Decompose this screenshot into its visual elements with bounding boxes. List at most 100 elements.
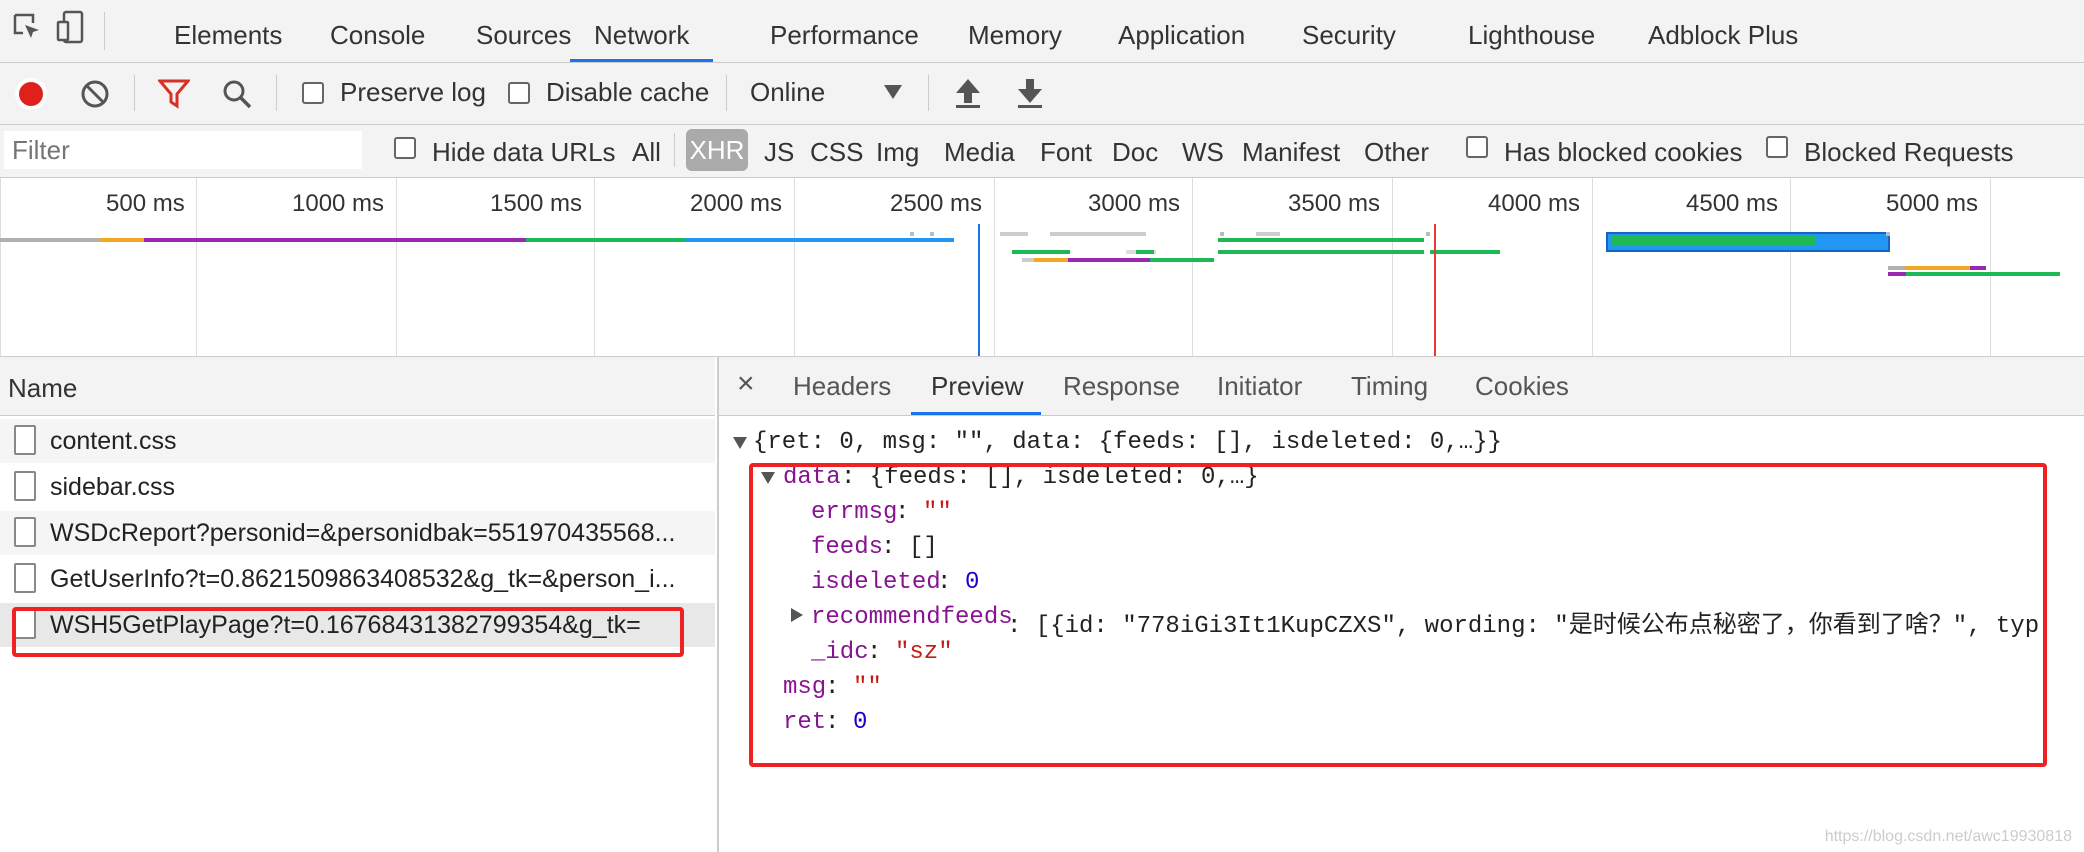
device-toolbar-icon[interactable] (56, 10, 86, 44)
timeline-bar (1906, 266, 1970, 270)
timeline-bar (930, 232, 934, 236)
timeline-bar (1000, 232, 1028, 236)
tab-sources[interactable]: Sources (476, 0, 571, 62)
filter-type-manifest[interactable]: Manifest (1242, 137, 1340, 168)
network-toolbar: Preserve log Disable cache Online (0, 63, 2084, 125)
timeline-bar (1888, 266, 1906, 270)
file-icon (14, 517, 36, 547)
preview-root: {ret: 0, msg: "", data: {feeds: [], isde… (753, 429, 1502, 456)
request-name: sidebar.css (50, 473, 176, 501)
file-icon (14, 563, 36, 593)
filter-input[interactable] (4, 131, 362, 169)
tab-response[interactable]: Response (1063, 371, 1180, 402)
timeline-bar (1022, 258, 1034, 262)
filter-type-doc[interactable]: Doc (1112, 137, 1158, 168)
tab-headers[interactable]: Headers (793, 371, 891, 402)
highlight-box (749, 463, 2047, 767)
timeline-bar (1888, 272, 1906, 276)
search-icon[interactable] (222, 79, 252, 109)
devtools-tabbar: Elements Console Sources Network Perform… (0, 0, 2084, 63)
timeline-bar (100, 238, 144, 242)
filter-type-ws[interactable]: WS (1182, 137, 1224, 168)
disable-cache-checkbox[interactable] (508, 82, 530, 104)
highlight-box (12, 607, 684, 657)
close-icon[interactable]: × (737, 367, 755, 401)
filter-type-font[interactable]: Font (1040, 137, 1092, 168)
timeline-bar (1218, 250, 1424, 254)
tab-application[interactable]: Application (1118, 0, 1245, 62)
filter-type-js[interactable]: JS (764, 137, 794, 168)
overview-tick: 1000 ms (292, 190, 385, 217)
hide-data-urls-checkbox[interactable] (394, 137, 416, 159)
record-icon[interactable] (14, 77, 48, 111)
filter-type-media[interactable]: Media (944, 137, 1015, 168)
request-name: WSDcReport?personid=&personidbak=5519704… (50, 519, 676, 547)
tab-lighthouse[interactable]: Lighthouse (1468, 0, 1595, 62)
request-row[interactable]: content.css (0, 419, 715, 463)
request-name: content.css (50, 427, 177, 455)
network-overview[interactable]: 500 ms 1000 ms 1500 ms 2000 ms 2500 ms 3… (0, 178, 2084, 357)
file-icon (14, 471, 36, 501)
timeline-bar (1430, 250, 1500, 254)
request-row[interactable]: GetUserInfo?t=0.8621509863408532&g_tk=&p… (0, 557, 715, 601)
has-blocked-cookies-label: Has blocked cookies (1504, 137, 1743, 167)
load-marker (1434, 224, 1436, 356)
filter-type-other[interactable]: Other (1364, 137, 1429, 168)
timeline-bar (1256, 232, 1280, 236)
hide-data-urls-label: Hide data URLs (432, 137, 616, 167)
overview-tick: 4500 ms (1686, 190, 1779, 217)
timeline-bar (1426, 232, 1430, 236)
has-blocked-cookies-checkbox[interactable] (1466, 136, 1488, 158)
tab-initiator[interactable]: Initiator (1217, 371, 1302, 402)
filter-type-css[interactable]: CSS (810, 137, 863, 168)
inspect-element-icon[interactable] (12, 12, 42, 42)
request-name: GetUserInfo?t=0.8621509863408532&g_tk=&p… (50, 565, 676, 593)
tab-security[interactable]: Security (1302, 0, 1396, 62)
tab-memory[interactable]: Memory (968, 0, 1062, 62)
export-har-icon[interactable] (1016, 77, 1044, 109)
file-icon (14, 425, 36, 455)
tab-console[interactable]: Console (330, 0, 425, 62)
tab-cookies[interactable]: Cookies (1475, 371, 1569, 402)
timeline-bar (910, 232, 914, 236)
import-har-icon[interactable] (954, 77, 982, 109)
overview-tick: 500 ms (106, 190, 185, 217)
clear-icon[interactable] (80, 79, 110, 109)
tab-preview[interactable]: Preview (931, 371, 1023, 402)
request-row[interactable]: sidebar.css (0, 465, 715, 509)
domcontentloaded-marker (978, 224, 980, 356)
timeline-bar (0, 238, 100, 242)
detail-tabs: × Headers Preview Response Initiator Tim… (719, 357, 2084, 416)
filter-icon[interactable] (158, 79, 190, 109)
tab-elements[interactable]: Elements (174, 0, 282, 62)
timeline-bar (1150, 258, 1214, 262)
tab-timing[interactable]: Timing (1351, 371, 1428, 402)
filter-type-all[interactable]: All (632, 137, 661, 168)
preserve-log-checkbox[interactable] (302, 82, 324, 104)
request-row[interactable]: WSDcReport?personid=&personidbak=5519704… (0, 511, 715, 555)
filter-type-img[interactable]: Img (876, 137, 919, 168)
chevron-down-icon[interactable] (884, 85, 902, 99)
blocked-requests-checkbox[interactable] (1766, 136, 1788, 158)
overview-tick: 3500 ms (1288, 190, 1381, 217)
timeline-bar (1034, 258, 1068, 262)
throttling-select[interactable]: Online (750, 77, 825, 108)
name-column-header[interactable]: Name (0, 357, 715, 416)
watermark: https://blog.csdn.net/awc19930818 (1824, 828, 2072, 845)
filter-type-xhr[interactable]: XHR (686, 129, 748, 171)
timeline-bar (1970, 266, 1986, 270)
expand-triangle-icon[interactable] (733, 437, 747, 449)
overview-tick: 2000 ms (690, 190, 783, 217)
overview-tick: 2500 ms (890, 190, 983, 217)
timeline-bar (1612, 236, 1816, 246)
timeline-bar (1906, 272, 1976, 276)
timeline-bar (1012, 250, 1070, 254)
timeline-bar (1220, 232, 1224, 236)
tab-performance[interactable]: Performance (770, 0, 919, 62)
filter-bar: Hide data URLs All XHR JS CSS Img Media … (0, 125, 2084, 178)
tab-adblock-plus[interactable]: Adblock Plus (1648, 0, 1798, 62)
timeline-bar (526, 238, 686, 242)
preserve-log-label: Preserve log (340, 77, 486, 107)
tab-network[interactable]: Network (570, 0, 714, 62)
overview-tick: 5000 ms (1886, 190, 1979, 217)
